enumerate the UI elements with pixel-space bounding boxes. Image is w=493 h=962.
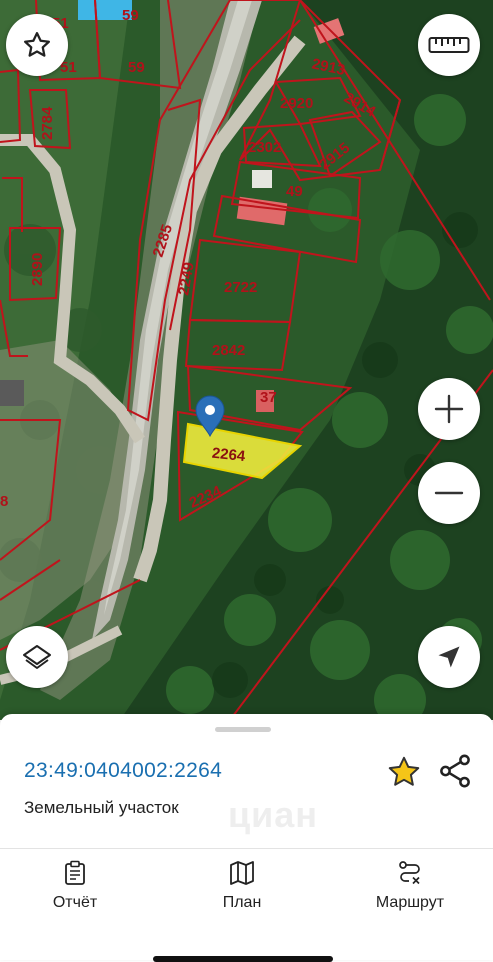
layers-icon [23,645,51,669]
tab-report-label: Отчёт [52,894,98,911]
locate-me-button[interactable] [418,626,480,688]
cadastral-number[interactable]: 23:49:0404002:2264 [24,759,222,783]
star-icon [24,32,50,57]
plot-label-59b: 59 [128,59,145,76]
tab-plan-label: План [222,894,262,911]
tab-plan[interactable]: План [182,860,302,912]
home-indicator [153,956,333,962]
favorite-star-icon[interactable] [386,754,422,790]
ruler-button[interactable] [418,14,480,76]
zoom-in-button[interactable] [418,378,480,440]
plot-label-2920: 2920 [280,95,313,112]
object-bottom-sheet[interactable]: циан 23:49:0404002:2264 Земельный участо… [0,714,493,962]
tab-route-label: Маршрут [375,894,445,911]
zoom-out-button[interactable] [418,462,480,524]
plot-label-2722: 2722 [224,279,257,296]
sheet-drag-handle[interactable] [215,727,271,732]
plot-label-37: 37 [260,389,277,406]
object-type-label: Земельный участок [24,798,179,817]
plot-label-49: 49 [286,183,303,200]
share-icon[interactable] [436,752,474,790]
plot-label-2264: 2264 [211,445,247,465]
plot-label-2302: 2302 [248,139,281,156]
plot-label-8: 8 [0,493,8,510]
map-icon [230,861,254,885]
plus-icon [434,394,464,424]
map-view[interactable]: 51 59 51 59 2784 2913 2920 2914 2302 291… [0,0,493,720]
plot-label-2842: 2842 [212,342,245,359]
plot-label-2784: 2784 [39,106,56,140]
plot-label-59a: 59 [122,7,139,24]
minus-icon [434,491,464,495]
tab-route[interactable]: Маршрут [350,860,470,912]
favorite-map-button[interactable] [6,14,68,76]
satellite-map[interactable]: 51 59 51 59 2784 2913 2920 2914 2302 291… [0,0,493,720]
sheet-divider [0,848,493,849]
ruler-icon [428,37,470,53]
location-arrow-icon [438,646,460,668]
plot-label-2890: 2890 [29,253,46,286]
tab-report[interactable]: Отчёт [15,860,135,912]
clipboard-icon [65,860,85,885]
watermark-logo: циан [228,794,319,835]
route-icon [399,861,420,885]
layers-button[interactable] [6,626,68,688]
